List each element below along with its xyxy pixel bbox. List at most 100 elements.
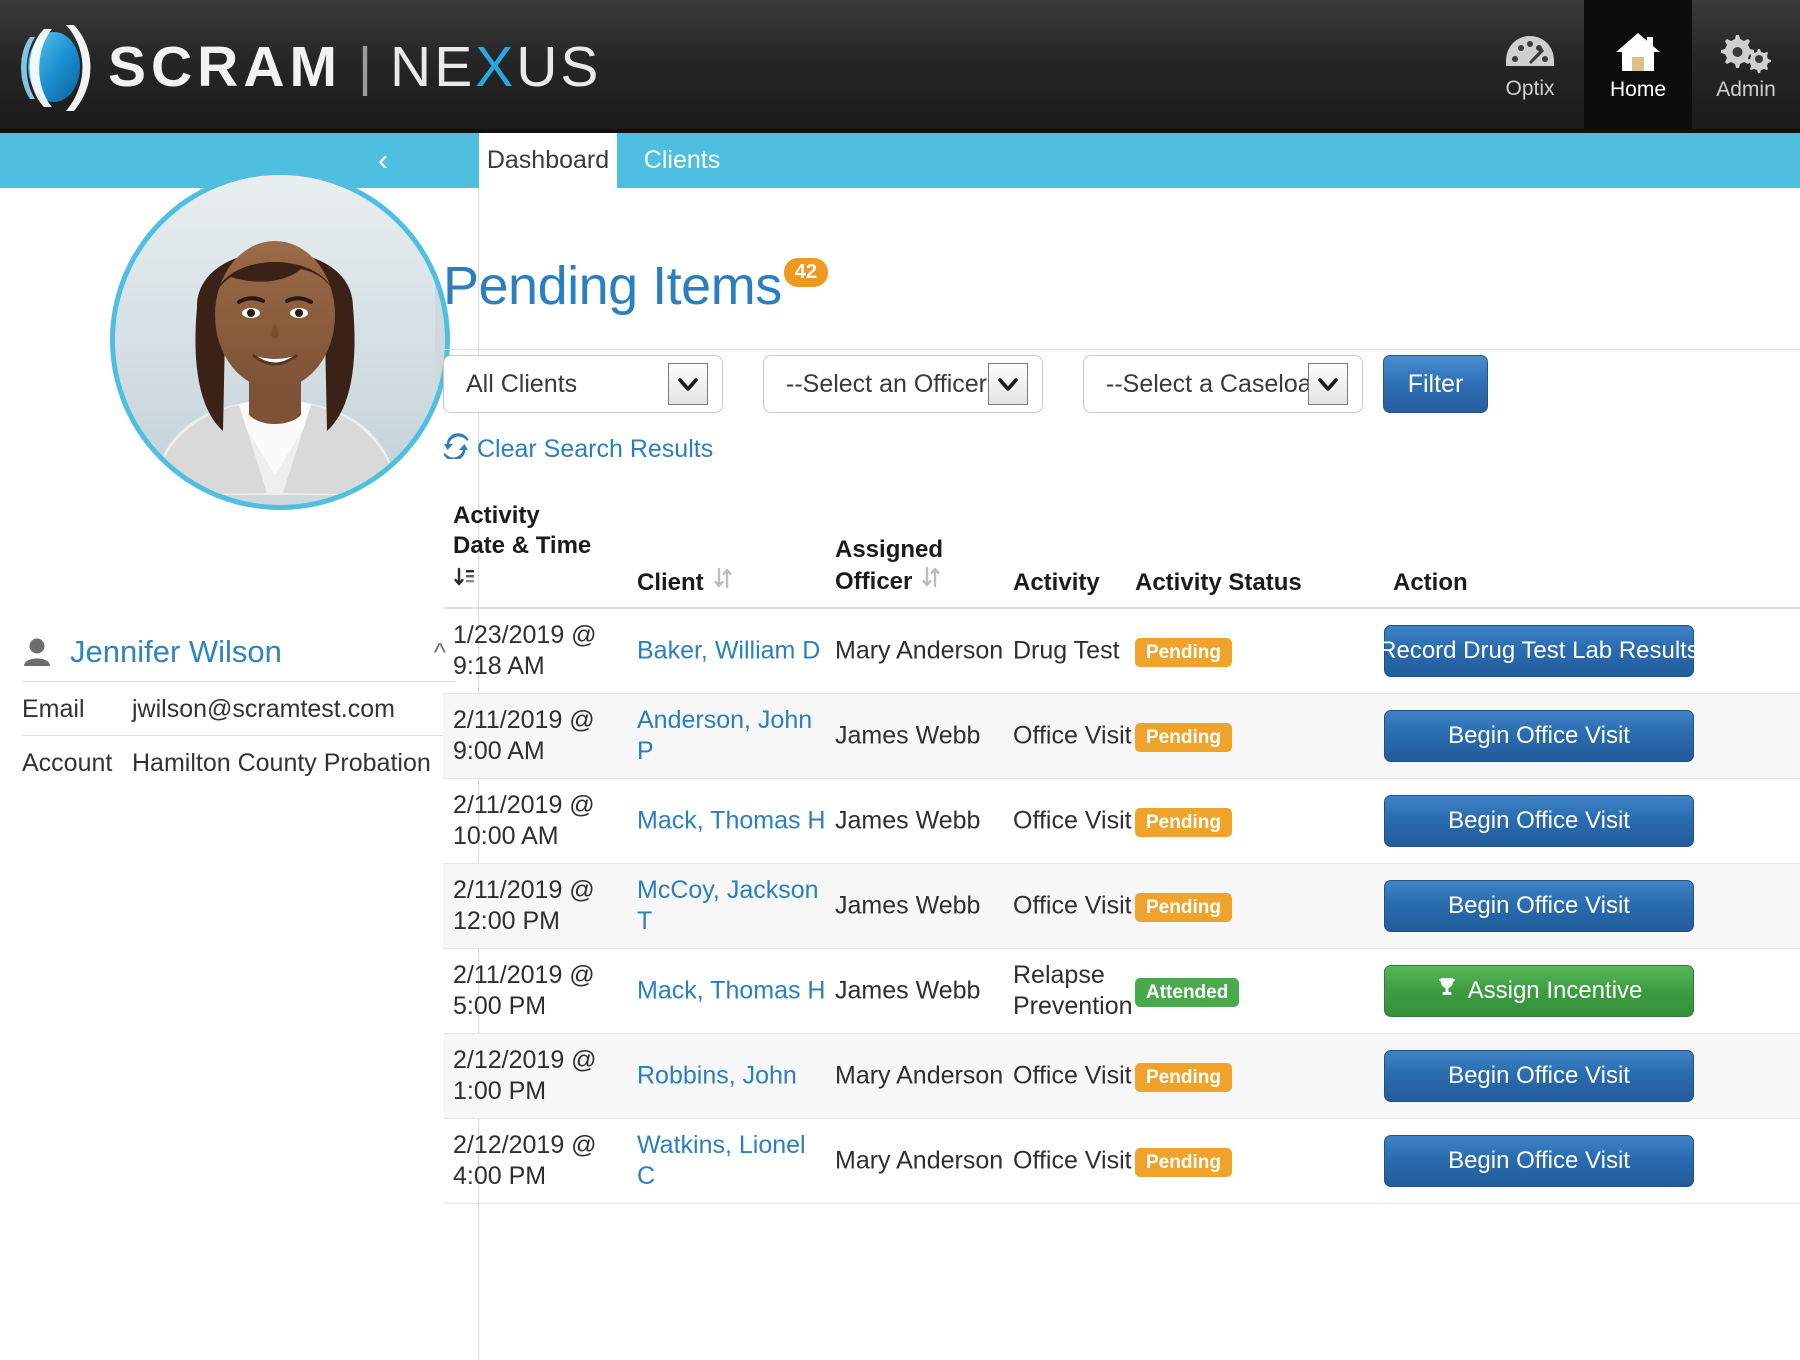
- avatar-photo: [115, 175, 445, 505]
- caseload-filter-select[interactable]: --Select a Caseload--: [1083, 355, 1363, 413]
- status-badge: Pending: [1135, 808, 1232, 837]
- action-button[interactable]: Begin Office Visit: [1384, 1135, 1694, 1187]
- action-button[interactable]: Begin Office Visit: [1384, 795, 1694, 847]
- caseload-filter-value: --Select a Caseload--: [1106, 369, 1308, 398]
- cell-assigned-officer: James Webb: [835, 891, 981, 920]
- table-header-row: Activity Date & Time Client Assigned Off…: [443, 497, 1800, 609]
- left-sidebar: ‹ Jennifer Wilson ^ Email jwilson@scramt…: [0, 133, 479, 1360]
- cell-client-link[interactable]: Anderson, John P: [637, 705, 827, 768]
- table-row: 2/11/2019 @ 10:00 AM Mack, Thomas H James W…: [443, 779, 1800, 864]
- sort-ascending-icon[interactable]: [453, 565, 591, 597]
- column-header-activity: Activity: [1013, 569, 1100, 596]
- filter-button[interactable]: Filter: [1383, 355, 1488, 413]
- status-badge: Pending: [1135, 893, 1232, 922]
- cell-client-link[interactable]: Mack, Thomas H: [637, 805, 827, 836]
- cell-activity-line1: Office Visit: [1013, 1146, 1132, 1175]
- cell-activity: Drug Test: [1013, 635, 1133, 666]
- cell-activity: Office Visit: [1013, 720, 1133, 751]
- chevron-down-icon: [668, 363, 708, 405]
- cell-date: 2/11/2019 @: [453, 790, 595, 819]
- filter-toolbar: All Clients --Select an Officer-- --Sele…: [443, 355, 1800, 415]
- officer-filter-select[interactable]: --Select an Officer--: [763, 355, 1043, 413]
- tab-strip: Dashboard Clients: [419, 133, 1800, 188]
- cell-activity-line1: Office Visit: [1013, 1061, 1132, 1090]
- cell-client-link[interactable]: Robbins, John: [637, 1060, 827, 1091]
- sidebar-field-account-value: Hamilton County Probation: [132, 748, 431, 777]
- tab-clients[interactable]: Clients: [617, 133, 747, 188]
- officer-filter-value: --Select an Officer--: [786, 369, 988, 398]
- column-header-activity-date[interactable]: Activity Date & Time: [453, 501, 591, 597]
- cell-time: 10:00 AM: [453, 822, 559, 850]
- person-icon: [22, 637, 56, 667]
- status-badge: Pending: [1135, 1063, 1232, 1092]
- chevron-down-icon: [1308, 363, 1348, 405]
- cell-assigned-officer: James Webb: [835, 721, 981, 750]
- cell-time: 5:00 PM: [453, 992, 547, 1020]
- cell-client-link[interactable]: McCoy, Jackson T: [637, 875, 827, 938]
- cell-activity-date-time: 2/11/2019 @ 10:00 AM: [453, 790, 643, 853]
- top-navigation: Optix Home Admin: [1476, 0, 1800, 133]
- cell-time: 9:00 AM: [453, 737, 545, 765]
- action-button[interactable]: Begin Office Visit: [1384, 1050, 1694, 1102]
- cell-time: 4:00 PM: [453, 1162, 547, 1190]
- cell-client-link[interactable]: Watkins, Lionel C: [637, 1130, 827, 1193]
- brand-name-secondary: NEXUS: [390, 34, 602, 99]
- cell-time: 1:00 PM: [453, 1077, 547, 1105]
- cell-action: Assign Incentive: [1289, 965, 1789, 1017]
- topnav-item-admin[interactable]: Admin: [1692, 0, 1800, 133]
- column-header-activity-date-line2: Date & Time: [453, 532, 592, 559]
- home-icon: [1614, 31, 1662, 73]
- cell-time: 12:00 PM: [453, 907, 561, 935]
- sort-updown-icon[interactable]: [920, 565, 942, 597]
- action-button-label: Begin Office Visit: [1448, 892, 1630, 919]
- cell-activity-date-time: 2/11/2019 @ 9:00 AM: [453, 705, 643, 768]
- action-button-label: Begin Office Visit: [1448, 1147, 1630, 1174]
- pending-items-table: Activity Date & Time Client Assigned Off…: [443, 497, 1800, 1204]
- client-filter-value: All Clients: [466, 369, 578, 398]
- column-header-client[interactable]: Client: [637, 566, 734, 597]
- clear-search-results-label: Clear Search Results: [477, 435, 714, 463]
- brand-separator: |: [358, 36, 375, 97]
- sidebar-field-email-value: jwilson@scramtest.com: [132, 694, 395, 723]
- cell-activity: Relapse Prevention: [1013, 960, 1133, 1023]
- cell-client-link[interactable]: Baker, William D: [637, 635, 827, 666]
- topnav-item-home[interactable]: Home: [1584, 0, 1692, 133]
- gauge-icon: [1504, 32, 1556, 72]
- column-header-assigned-officer[interactable]: Assigned Officer: [835, 535, 943, 597]
- action-button[interactable]: Begin Office Visit: [1384, 880, 1694, 932]
- action-button-label: Begin Office Visit: [1448, 722, 1630, 749]
- topnav-label-home: Home: [1609, 78, 1667, 101]
- sidebar-user-name: Jennifer Wilson: [70, 634, 282, 669]
- cell-activity-status: Pending: [1135, 635, 1285, 667]
- clear-search-results-link[interactable]: Clear Search Results: [443, 433, 713, 466]
- pending-count-badge: 42: [783, 258, 828, 287]
- table-row: 2/11/2019 @ 9:00 AM Anderson, John P James …: [443, 694, 1800, 779]
- cell-date: 2/11/2019 @: [453, 875, 595, 904]
- table-row: 2/11/2019 @ 12:00 PM McCoy, Jackson T James…: [443, 864, 1800, 949]
- status-badge: Pending: [1135, 1148, 1232, 1177]
- sort-updown-icon[interactable]: [712, 566, 734, 597]
- tab-dashboard[interactable]: Dashboard: [479, 133, 617, 188]
- cell-action: Begin Office Visit: [1289, 710, 1789, 762]
- trophy-icon: [1436, 976, 1458, 1006]
- client-filter-select[interactable]: All Clients: [443, 355, 723, 413]
- chevron-left-icon[interactable]: ‹: [366, 144, 400, 178]
- cell-activity: Office Visit: [1013, 1145, 1133, 1176]
- column-header-action: Action: [1393, 569, 1468, 596]
- brand-logo[interactable]: SCRAM | NEXUS: [0, 19, 601, 115]
- column-header-officer-line2: Officer: [835, 568, 913, 595]
- page-title: Pending Items: [443, 256, 782, 316]
- sidebar-field-account: Account Hamilton County Probation: [22, 735, 456, 790]
- cell-client-link[interactable]: Mack, Thomas H: [637, 975, 827, 1006]
- cell-activity-status: Attended: [1135, 975, 1285, 1007]
- topnav-label-optix: Optix: [1505, 77, 1555, 100]
- application-window: SCRAM | NEXUS Optix Home Admin ‹ Jennife…: [0, 0, 1800, 1360]
- action-button[interactable]: Record Drug Test Lab Results: [1379, 625, 1699, 677]
- action-button[interactable]: Begin Office Visit: [1384, 710, 1694, 762]
- action-button-label: Begin Office Visit: [1448, 807, 1630, 834]
- table-row: 1/23/2019 @ 9:18 AM Baker, William D Mary A…: [443, 609, 1800, 694]
- action-button[interactable]: Assign Incentive: [1384, 965, 1694, 1017]
- cell-activity-line1: Drug Test: [1013, 636, 1120, 665]
- topnav-item-optix[interactable]: Optix: [1476, 0, 1584, 133]
- sidebar-user-row[interactable]: Jennifer Wilson ^: [22, 623, 456, 681]
